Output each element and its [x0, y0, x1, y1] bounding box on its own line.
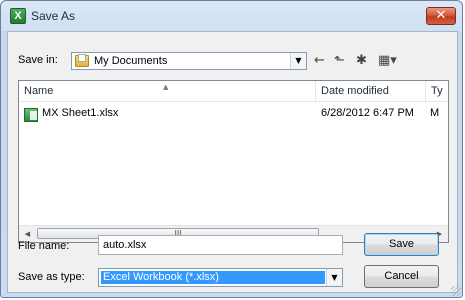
- column-header-date-modified[interactable]: Date modified: [316, 81, 426, 101]
- column-header-date-label: Date modified: [321, 85, 389, 97]
- save-as-type-value: Excel Workbook (*.xlsx): [101, 271, 325, 284]
- excel-file-icon: [24, 108, 38, 122]
- save-in-label: Save in:: [18, 54, 58, 66]
- chevron-down-icon[interactable]: ▼: [290, 53, 306, 69]
- sort-ascending-icon: ▲: [163, 83, 169, 91]
- file-name-cell: MX Sheet1.xlsx: [42, 107, 119, 119]
- file-name-input[interactable]: [98, 235, 343, 255]
- cancel-button[interactable]: Cancel: [364, 265, 439, 288]
- back-icon[interactable]: ←: [314, 54, 325, 68]
- dialog-title: Save As: [31, 9, 76, 23]
- list-item[interactable]: MX Sheet1.xlsx 6/28/2012 6:47 PM M: [19, 103, 448, 123]
- column-header-type-label: Ty: [431, 85, 443, 97]
- close-icon: ✕: [435, 8, 447, 23]
- new-folder-icon[interactable]: ✱: [356, 54, 367, 68]
- file-name-label: File name:: [18, 240, 70, 252]
- views-menu-icon[interactable]: ▦▾: [378, 54, 397, 68]
- save-button[interactable]: Save: [364, 233, 439, 256]
- date-modified-cell: 6/28/2012 6:47 PM: [321, 107, 414, 119]
- title-bar[interactable]: X Save As ✕: [1, 1, 462, 31]
- chevron-down-icon[interactable]: ▼: [326, 269, 342, 286]
- close-button[interactable]: ✕: [426, 7, 456, 25]
- save-in-value: My Documents: [94, 55, 168, 67]
- save-as-type-label: Save as type:: [18, 271, 85, 283]
- type-cell: M: [430, 107, 440, 119]
- save-as-dialog: X Save As ✕ Save in: My Documents ▼ ← ⬑ …: [0, 0, 463, 298]
- column-header-type[interactable]: Ty: [426, 81, 448, 101]
- save-as-type-dropdown[interactable]: Excel Workbook (*.xlsx) ▼: [98, 268, 343, 287]
- folder-icon: [75, 54, 89, 67]
- up-folder-icon[interactable]: ⬑: [334, 54, 345, 68]
- excel-icon: X: [10, 8, 26, 24]
- file-list[interactable]: Name ▲ Date modified Ty MX Sheet1.xlsx 6…: [18, 80, 449, 243]
- dialog-body: Save in: My Documents ▼ ← ⬑ ✱ ▦▾ Name ▲ …: [7, 31, 458, 293]
- resize-grip-icon[interactable]: [451, 286, 461, 296]
- column-header-name-label: Name: [24, 85, 54, 97]
- save-in-dropdown[interactable]: My Documents ▼: [71, 52, 307, 70]
